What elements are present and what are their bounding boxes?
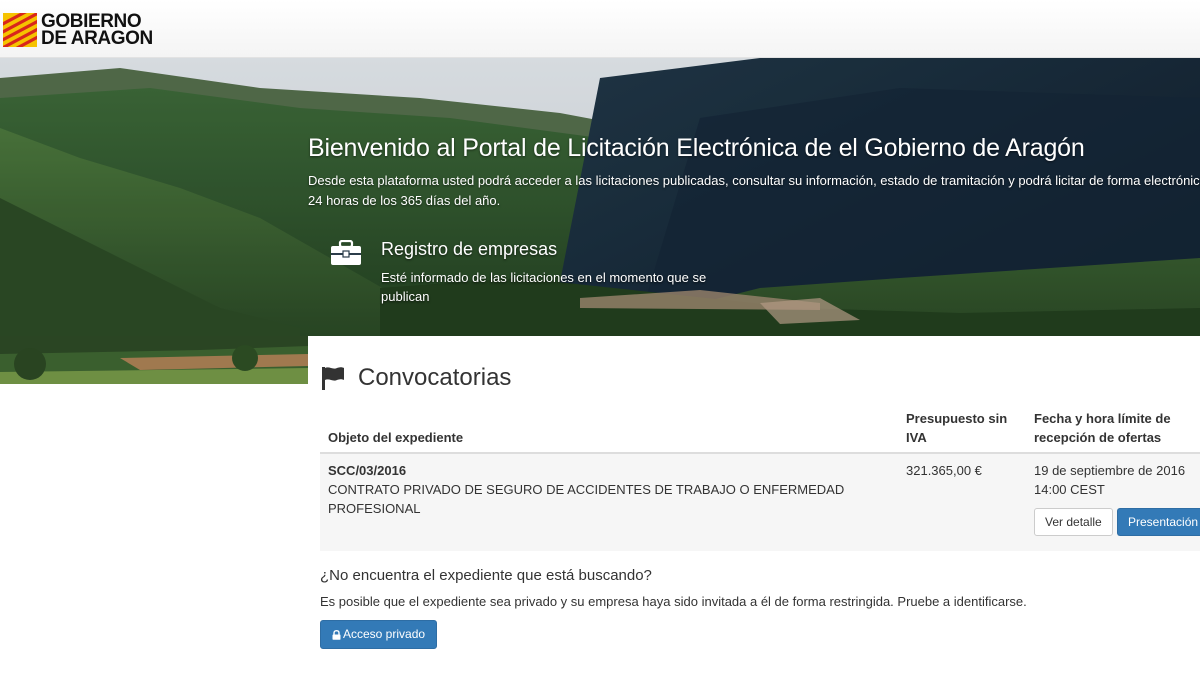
column-header-objeto: Objeto del expediente <box>328 430 464 445</box>
expediente-code[interactable]: SCC/03/2016 <box>328 461 406 480</box>
hero-image-left-strip <box>0 336 308 384</box>
gobierno-aragon-logo[interactable]: GOBIERNO DE ARAGON <box>3 12 153 48</box>
registro-empresas-description: Esté informado de las licitaciones en el… <box>381 270 707 304</box>
registro-empresas-link[interactable]: Registro de empresas <box>381 239 557 260</box>
expediente-budget: 321.365,00 € <box>906 463 982 478</box>
aragon-flag-icon <box>3 13 37 47</box>
expediente-description: CONTRATO PRIVADO DE SEGURO DE ACCIDENTES… <box>328 482 845 516</box>
not-found-question: ¿No encuentra el expediente que está bus… <box>320 567 652 584</box>
convocatorias-title: Convocatorias <box>358 364 512 391</box>
column-header-fecha-text: Fecha y hora límite de recepción de ofer… <box>1034 411 1171 445</box>
briefcase-icon[interactable] <box>330 240 362 266</box>
expediente-deadline-text: 19 de septiembre de 2016 14:00 CEST <box>1034 463 1186 497</box>
acceso-privado-button[interactable]: Acceso privado <box>320 620 438 649</box>
logo-line-2: DE ARAGON <box>41 28 153 49</box>
column-header-presupuesto: Presupuesto sin IVA <box>906 411 1008 445</box>
acceso-privado-label: Acceso privado <box>343 627 426 641</box>
presentacion-button[interactable]: Presentación <box>1117 508 1200 536</box>
not-found-text: Es posible que el expediente sea privado… <box>320 594 1027 609</box>
expediente-deadline: 19 de septiembre de 2016 14:00 CEST <box>1034 461 1200 499</box>
flag-icon <box>322 367 344 390</box>
site-header: GOBIERNO DE ARAGON <box>0 0 1200 58</box>
lock-icon <box>332 629 341 640</box>
convocatorias-header: Convocatorias <box>320 364 511 392</box>
hero-title: Bienvenido al Portal de Licitación Elect… <box>308 134 1085 162</box>
hero-description: Desde esta plataforma usted podrá accede… <box>308 173 1200 208</box>
column-header-fecha: Fecha y hora límite de recepción de ofer… <box>1034 409 1200 447</box>
hero-banner: Bienvenido al Portal de Licitación Elect… <box>0 58 1200 336</box>
logo-text: GOBIERNO DE ARAGON <box>41 12 153 49</box>
ver-detalle-button[interactable]: Ver detalle <box>1034 508 1113 536</box>
